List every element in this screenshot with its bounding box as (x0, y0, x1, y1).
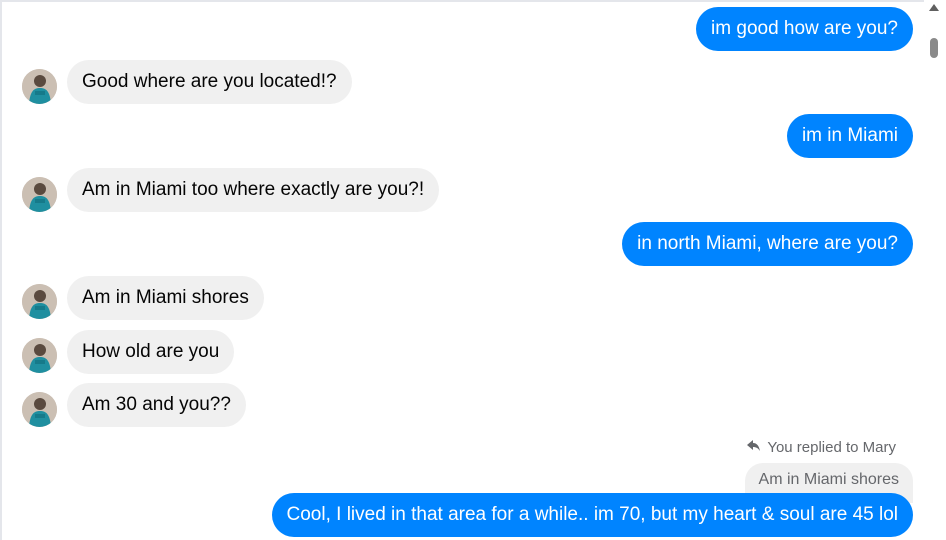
contact-avatar[interactable] (22, 69, 57, 104)
incoming-message-bubble[interactable]: How old are you (67, 330, 235, 374)
outgoing-message-bubble[interactable]: in north Miami, where are you? (622, 222, 913, 266)
scrollbar[interactable] (924, 0, 946, 540)
incoming-message-bubble[interactable]: Am 30 and you?? (67, 383, 246, 427)
contact-avatar[interactable] (22, 177, 57, 212)
contact-avatar[interactable] (22, 338, 57, 373)
contact-avatar[interactable] (22, 392, 57, 427)
incoming-message-bubble[interactable]: Am in Miami shores (67, 276, 264, 320)
outgoing-message-bubble[interactable]: im good how are you? (696, 7, 913, 51)
contact-avatar[interactable] (22, 284, 57, 319)
reply-label-text: You replied to Mary (767, 439, 896, 456)
incoming-message-bubble[interactable]: Good where are you located!? (67, 60, 352, 104)
window-border-left (0, 0, 2, 540)
window-border-top (0, 0, 946, 2)
outgoing-message-bubble[interactable]: im in Miami (786, 114, 913, 158)
scroll-thumb[interactable] (930, 38, 938, 58)
scroll-up-arrow-icon[interactable] (929, 4, 939, 11)
outgoing-message-bubble[interactable]: Cool, I lived in that area for a while..… (271, 493, 913, 537)
reply-indicator: You replied to Mary (747, 437, 896, 459)
incoming-message-bubble[interactable]: Am in Miami too where exactly are you?! (67, 168, 440, 212)
reply-arrow-icon (747, 437, 761, 459)
chat-window: im good how are you? Good where are you … (0, 0, 946, 540)
